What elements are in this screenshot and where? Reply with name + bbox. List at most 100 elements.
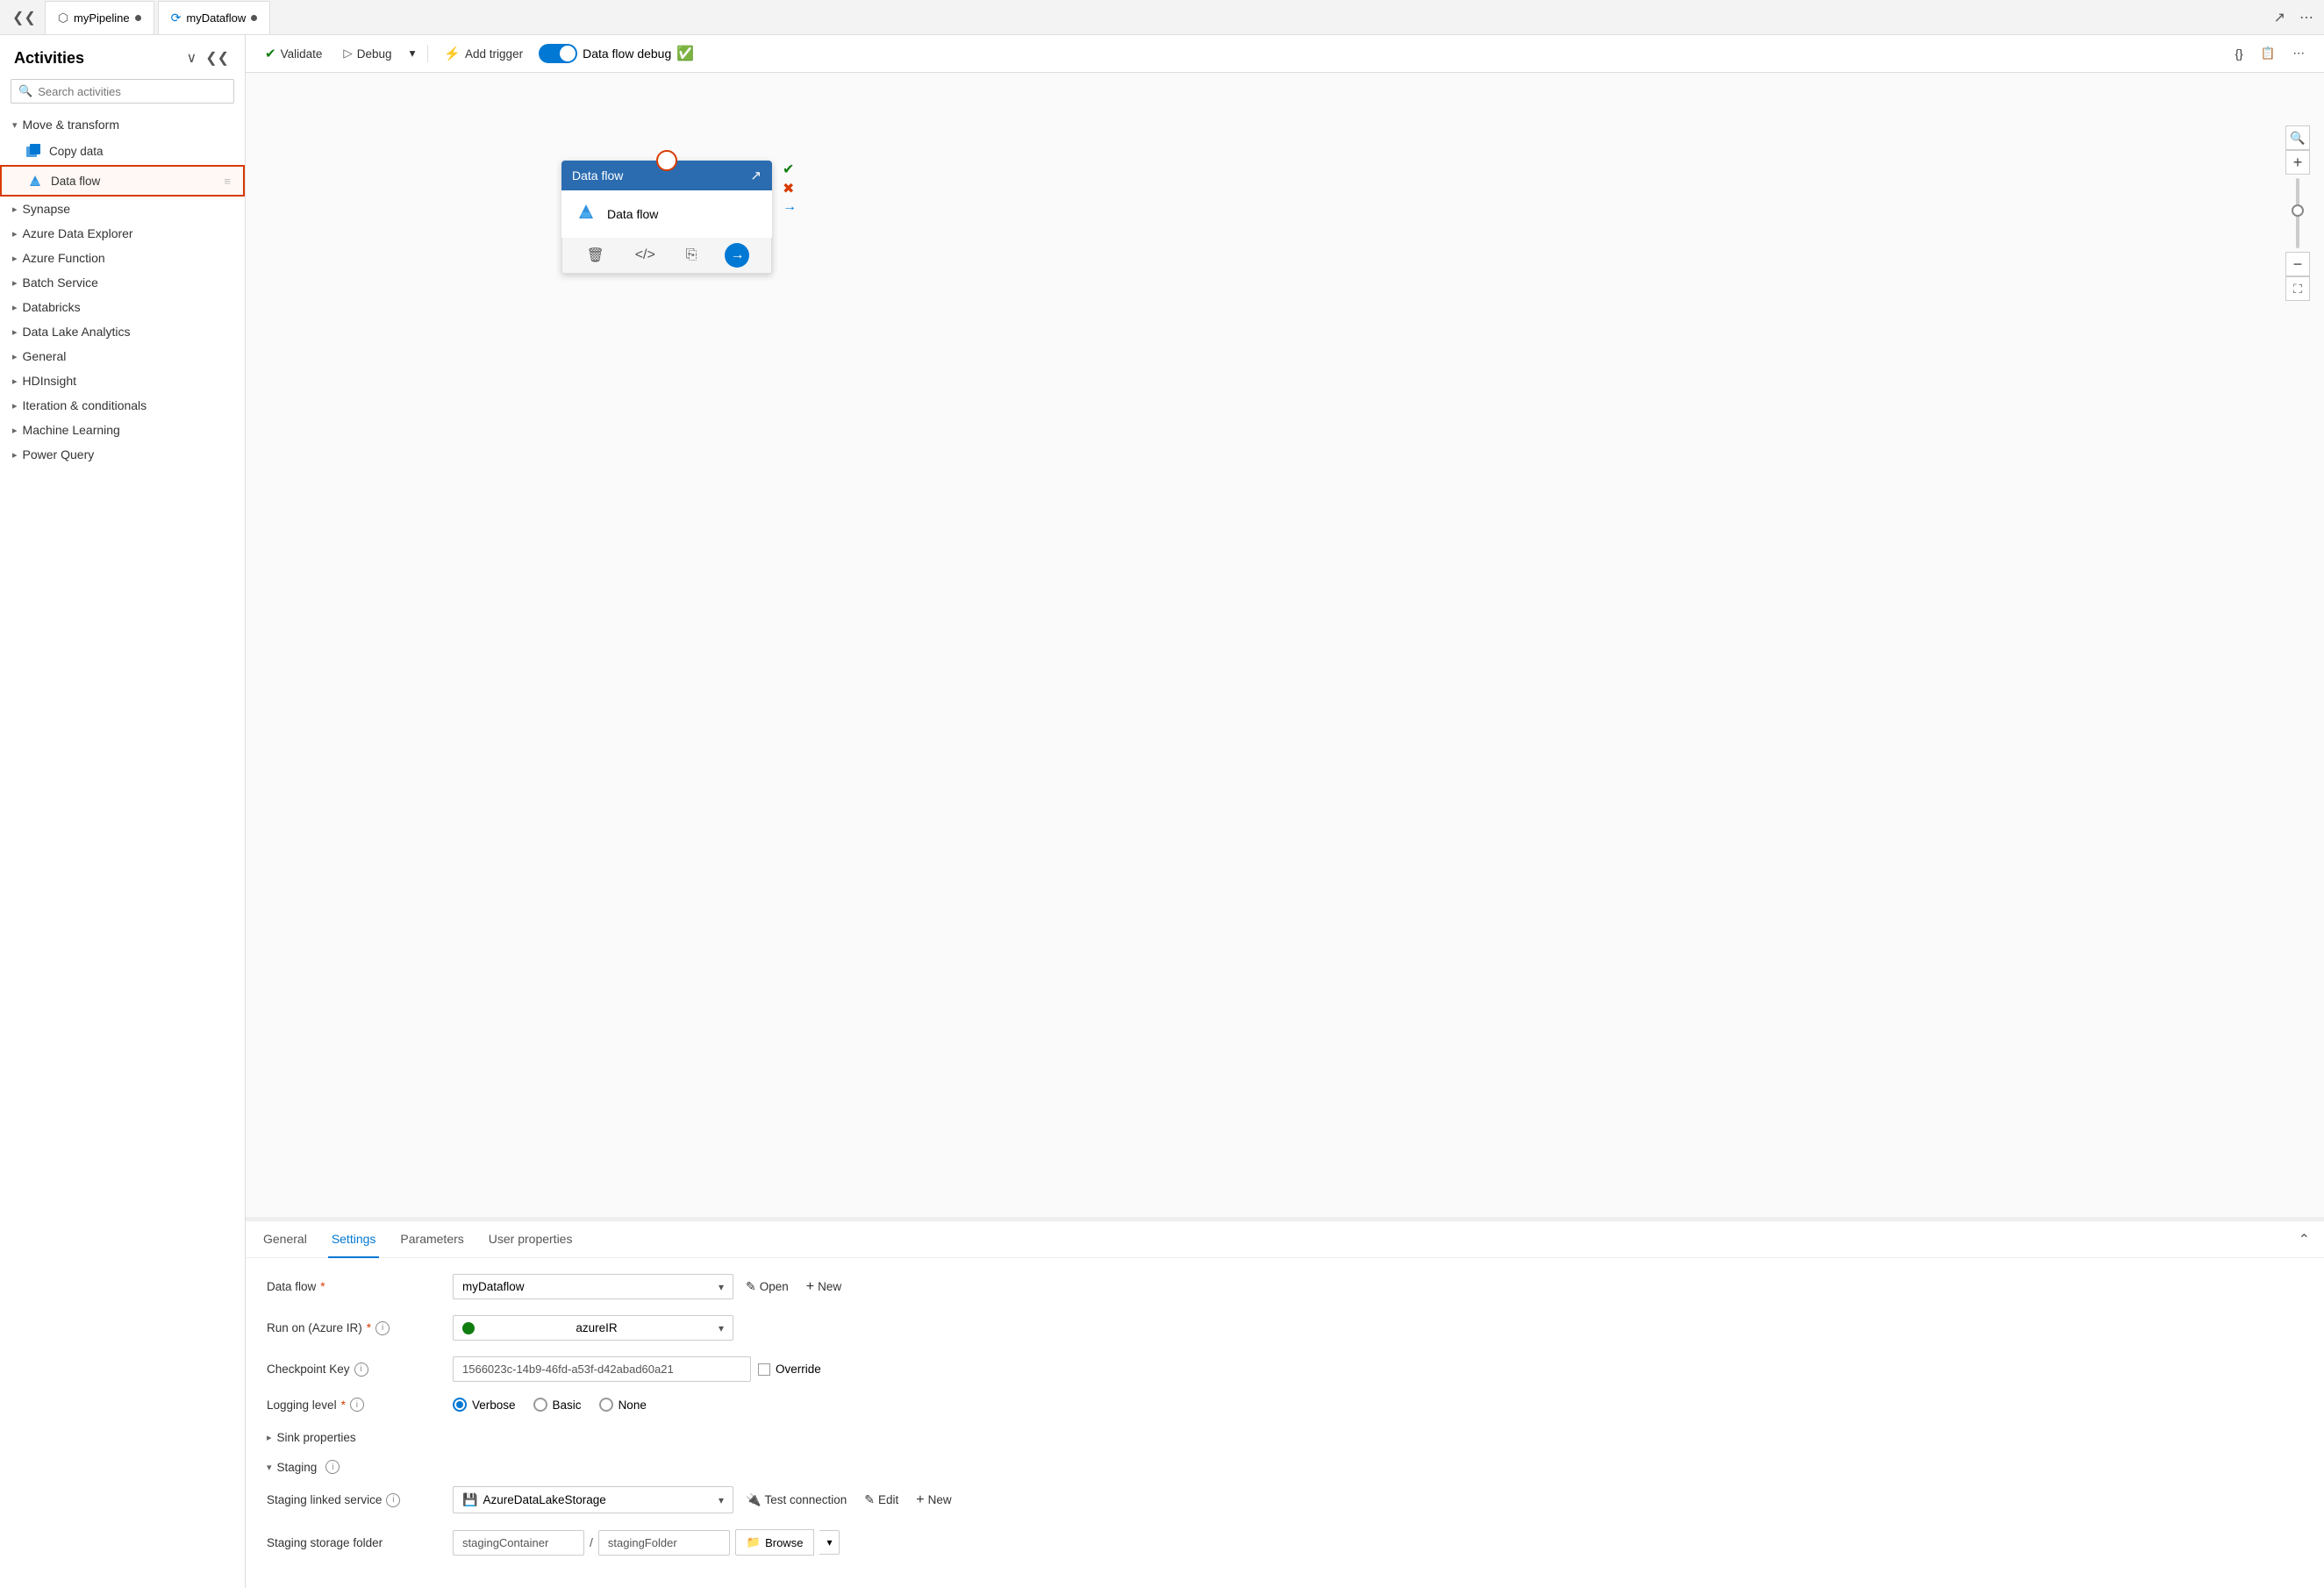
sidebar-section-data-lake-analytics[interactable]: ▸ Data Lake Analytics bbox=[0, 319, 245, 344]
sidebar-section-iteration-conditionals[interactable]: ▸ Iteration & conditionals bbox=[0, 393, 245, 418]
sidebar-section-move-transform[interactable]: ▾ Move & transform bbox=[0, 112, 245, 137]
sidebar-section-machine-learning[interactable]: ▸ Machine Learning bbox=[0, 418, 245, 442]
node-body-icon bbox=[574, 199, 598, 229]
node-next-btn[interactable]: → bbox=[725, 243, 749, 268]
data-flow-dropdown[interactable]: myDataflow ▾ bbox=[453, 1274, 733, 1299]
add-trigger-btn[interactable]: ⚡ Add trigger bbox=[439, 42, 528, 65]
sidebar-item-data-flow[interactable]: Data flow ≡ bbox=[0, 165, 245, 197]
staging-linked-service-info-icon[interactable]: i bbox=[386, 1493, 400, 1507]
sidebar-section-databricks[interactable]: ▸ Databricks bbox=[0, 295, 245, 319]
tab-actions: ↗ ⋯ bbox=[2270, 5, 2317, 30]
run-on-dropdown[interactable]: azureIR ▾ bbox=[453, 1315, 733, 1341]
sidebar-collapse-btn[interactable]: ∨ bbox=[184, 47, 198, 68]
tab-dataflow[interactable]: ⟳ myDataflow bbox=[158, 1, 271, 34]
code-view-btn[interactable]: {} bbox=[2230, 43, 2249, 64]
browse-chevron-btn[interactable]: ▾ bbox=[819, 1530, 840, 1555]
tab-user-properties-label: User properties bbox=[489, 1232, 573, 1246]
sidebar-hide-btn[interactable]: ❮❮ bbox=[204, 47, 231, 68]
tab-general[interactable]: General bbox=[260, 1221, 311, 1258]
logging-level-label-text: Logging level bbox=[267, 1398, 337, 1412]
monitor-btn[interactable]: 📋 bbox=[2256, 43, 2281, 64]
form-row-logging-level: Logging level * i Verbose bbox=[267, 1398, 2303, 1412]
staging-container-input[interactable] bbox=[453, 1530, 584, 1556]
run-on-info-icon[interactable]: i bbox=[375, 1321, 390, 1335]
tab-pipeline[interactable]: ⬡ myPipeline bbox=[45, 1, 154, 34]
staging-folder-input[interactable] bbox=[598, 1530, 730, 1556]
run-on-control: azureIR ▾ bbox=[453, 1315, 2303, 1341]
override-checkbox-label[interactable]: Override bbox=[758, 1363, 821, 1376]
radio-verbose-outer bbox=[453, 1398, 467, 1412]
search-input[interactable] bbox=[38, 85, 226, 98]
sink-properties-row[interactable]: ▸ Sink properties bbox=[267, 1427, 2303, 1448]
data-flow-field-label: Data flow * bbox=[267, 1280, 442, 1293]
staging-row[interactable]: ▾ Staging i bbox=[267, 1456, 2303, 1477]
radio-none[interactable]: None bbox=[599, 1398, 647, 1412]
expand-icon[interactable]: ↗ bbox=[2270, 5, 2289, 30]
section-databricks-label: Databricks bbox=[23, 300, 81, 314]
node-success-btn[interactable]: ✔ bbox=[783, 161, 797, 178]
edit-staging-btn[interactable]: ✎ Edit bbox=[859, 1489, 904, 1511]
chevron-right-icon: ▸ bbox=[12, 351, 18, 362]
sidebar-section-general[interactable]: ▸ General bbox=[0, 344, 245, 368]
tab-user-properties[interactable]: User properties bbox=[485, 1221, 576, 1258]
form-row-run-on: Run on (Azure IR) * i azureIR ▾ bbox=[267, 1315, 2303, 1341]
node-card[interactable]: Data flow ↗ Data flow bbox=[561, 161, 772, 274]
staging-linked-service-dropdown[interactable]: 💾 AzureDataLakeStorage ▾ bbox=[453, 1486, 733, 1513]
play-icon: ▷ bbox=[343, 46, 352, 61]
new-dataflow-btn[interactable]: + New bbox=[801, 1276, 847, 1298]
browse-btn[interactable]: 📁 Browse bbox=[735, 1529, 815, 1556]
zoom-fit-btn[interactable]: ⛶ bbox=[2285, 276, 2310, 301]
more-options-btn[interactable]: ⋯ bbox=[2288, 43, 2311, 64]
run-on-dropdown-value: azureIR bbox=[576, 1321, 617, 1334]
zoom-in-btn[interactable]: + bbox=[2285, 150, 2310, 175]
node-fail-btn[interactable]: ✖ bbox=[783, 180, 797, 197]
node-open-btn[interactable]: ↗ bbox=[750, 168, 762, 183]
folder-icon: 📁 bbox=[747, 1535, 761, 1549]
sidebar-section-batch-service[interactable]: ▸ Batch Service bbox=[0, 270, 245, 295]
panel-collapse-btn[interactable]: ⌃ bbox=[2299, 1231, 2310, 1248]
tab-parameters[interactable]: Parameters bbox=[397, 1221, 467, 1258]
zoom-out-btn[interactable]: − bbox=[2285, 252, 2310, 276]
validate-btn[interactable]: ✔ Validate bbox=[260, 42, 327, 65]
zoom-search-btn[interactable]: 🔍 bbox=[2285, 125, 2310, 150]
tab-settings[interactable]: Settings bbox=[328, 1221, 380, 1258]
radio-verbose[interactable]: Verbose bbox=[453, 1398, 516, 1412]
sidebar-section-synapse[interactable]: ▸ Synapse bbox=[0, 197, 245, 221]
sidebar-section-azure-data-explorer[interactable]: ▸ Azure Data Explorer bbox=[0, 221, 245, 246]
sidebar-section-hdinsight[interactable]: ▸ HDInsight bbox=[0, 368, 245, 393]
node-skip-btn[interactable]: → bbox=[783, 199, 797, 215]
debug-btn[interactable]: ▷ Debug bbox=[338, 43, 397, 64]
plug-icon: 🔌 bbox=[746, 1492, 761, 1507]
sidebar-section-azure-function[interactable]: ▸ Azure Function bbox=[0, 246, 245, 270]
staging-linked-service-value: AzureDataLakeStorage bbox=[483, 1493, 605, 1506]
open-label: Open bbox=[760, 1280, 789, 1293]
open-dataflow-btn[interactable]: ✎ Open bbox=[740, 1276, 794, 1298]
data-flow-debug-toggle[interactable] bbox=[539, 44, 577, 63]
chevron-down-icon: ▾ bbox=[410, 46, 416, 61]
checkpoint-key-input[interactable] bbox=[453, 1356, 751, 1382]
canvas-area[interactable]: Data flow ↗ Data flow bbox=[246, 73, 2324, 1220]
chevron-down-icon: ▾ bbox=[719, 1281, 724, 1293]
sidebar-item-copy-data[interactable]: Copy data ≡ bbox=[0, 137, 245, 165]
chevron-down-icon: ▾ bbox=[267, 1462, 272, 1473]
ellipsis-icon[interactable]: ⋯ bbox=[2296, 5, 2317, 30]
new-staging-btn[interactable]: + New bbox=[911, 1489, 956, 1512]
staging-label: Staging bbox=[277, 1461, 318, 1474]
radio-basic[interactable]: Basic bbox=[533, 1398, 582, 1412]
node-copy-btn[interactable]: ⎘ bbox=[683, 245, 700, 266]
checkpoint-key-info-icon[interactable]: i bbox=[354, 1363, 368, 1377]
node-delete-btn[interactable]: 🗑 bbox=[583, 244, 606, 267]
dropdown-arrow-btn[interactable]: ▾ bbox=[408, 43, 418, 64]
form-row-checkpoint-key: Checkpoint Key i Override bbox=[267, 1356, 2303, 1382]
section-power-query-label: Power Query bbox=[23, 447, 95, 461]
sidebar-header: Activities ∨ ❮❮ bbox=[0, 35, 245, 75]
sidebar-section-power-query[interactable]: ▸ Power Query bbox=[0, 442, 245, 467]
logging-level-info-icon[interactable]: i bbox=[350, 1398, 364, 1412]
test-connection-btn[interactable]: 🔌 Test connection bbox=[740, 1489, 852, 1511]
collapse-sidebar-btn[interactable]: ❮❮ bbox=[7, 5, 41, 30]
override-checkbox[interactable] bbox=[758, 1363, 770, 1376]
zoom-slider-thumb[interactable] bbox=[2292, 204, 2304, 217]
node-code-btn[interactable]: </> bbox=[633, 245, 658, 266]
data-flow-label-text: Data flow bbox=[267, 1280, 316, 1293]
staging-info-icon[interactable]: i bbox=[325, 1460, 340, 1474]
